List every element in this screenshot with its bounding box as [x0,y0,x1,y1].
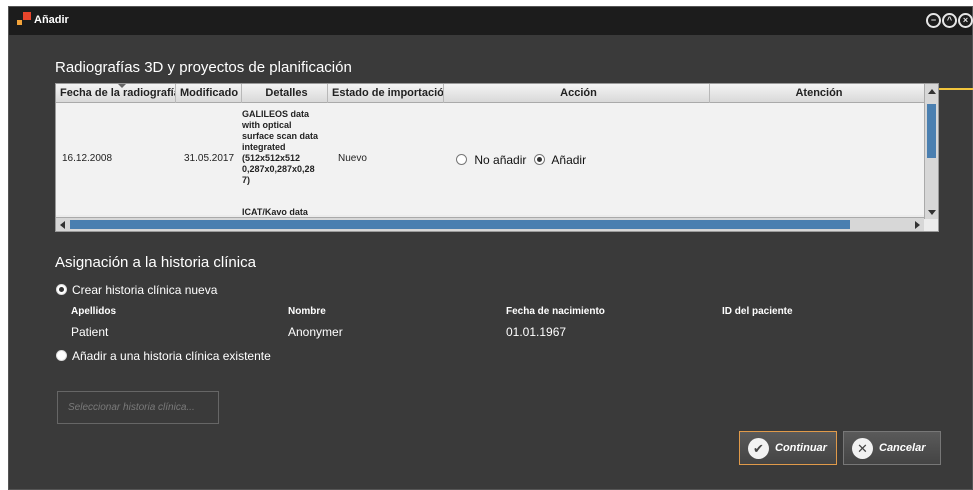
option-new-record-label[interactable]: Crear historia clínica nueva [72,283,217,297]
vertical-scroll-thumb[interactable] [927,104,936,158]
cancel-button[interactable]: ✕ Cancelar [843,431,941,465]
radio-new-record[interactable] [56,284,67,295]
radio-add-label[interactable]: Añadir [551,153,586,167]
label-last-name: Apellidos [71,306,117,317]
scroll-up-icon[interactable] [928,89,936,94]
option-existing-record[interactable]: Añadir a una historia clínica existente [56,349,271,363]
label-first-name: Nombre [288,306,326,317]
table-row[interactable]: 16.12.2008 31.05.2017 GALILEOS data with… [56,103,924,217]
add-dialog-window: Añadir − ^ × Radiografías 3D y proyectos… [8,6,973,490]
cell-details: GALILEOS data with optical surface scan … [242,109,319,185]
window-title: Añadir [34,14,69,26]
checkmark-icon: ✔ [748,438,769,459]
column-header-import-status[interactable]: Estado de importación [328,84,444,103]
scroll-down-icon[interactable] [928,210,936,215]
radio-add[interactable] [533,154,545,165]
volumes-table: Fecha de la radiografía Modificado el De… [55,83,939,232]
cancel-button-label: Cancelar [879,442,926,454]
scroll-right-icon[interactable] [915,221,920,229]
cancel-x-icon: ✕ [852,438,873,459]
horizontal-scroll-thumb[interactable] [70,220,850,229]
horizontal-scrollbar[interactable] [56,217,924,231]
continue-button[interactable]: ✔ Continuar [739,431,837,465]
option-new-record[interactable]: Crear historia clínica nueva [56,283,217,297]
minimize-icon[interactable]: − [926,13,941,28]
cell-details-next-row: ICAT/Kavo data [242,207,308,217]
value-last-name[interactable]: Patient [71,325,108,339]
cell-date: 16.12.2008 [62,153,113,164]
radio-existing-record[interactable] [56,350,67,361]
column-header-attention[interactable]: Atención [710,84,924,103]
volumes-section-title: Radiografías 3D y proyectos de planifica… [55,59,352,76]
select-record-button[interactable]: Seleccionar historia clínica... [57,391,219,424]
radio-no-add[interactable] [456,154,467,165]
scroll-left-icon[interactable] [60,221,65,229]
option-existing-record-label[interactable]: Añadir a una historia clínica existente [72,349,271,363]
cell-import-status: Nuevo [338,153,367,164]
sort-descending-icon [118,84,126,88]
label-birth-date: Fecha de nacimiento [506,306,605,317]
patient-section-title: Asignación a la historia clínica [55,254,256,271]
app-logo-icon [17,12,33,26]
table-header: Fecha de la radiografía Modificado el De… [56,84,924,103]
radio-no-add-label[interactable]: No añadir [474,153,526,167]
label-patient-id: ID del paciente [722,306,793,317]
value-birth-date[interactable]: 01.01.1967 [506,325,566,339]
column-header-details[interactable]: Detalles [242,84,328,103]
cell-modified: 31.05.2017 [184,153,235,164]
title-bar: Añadir − ^ × [9,7,973,35]
value-first-name[interactable]: Anonymer [288,325,343,339]
column-header-date[interactable]: Fecha de la radiografía [56,84,176,103]
close-icon[interactable]: × [958,13,973,28]
continue-button-label: Continuar [775,442,827,454]
restore-icon[interactable]: ^ [942,13,957,28]
column-header-modified[interactable]: Modificado el [176,84,242,103]
column-header-action[interactable]: Acción [444,84,710,103]
vertical-scrollbar[interactable] [924,84,938,219]
action-radio-group: No añadir Añadir [456,153,590,167]
